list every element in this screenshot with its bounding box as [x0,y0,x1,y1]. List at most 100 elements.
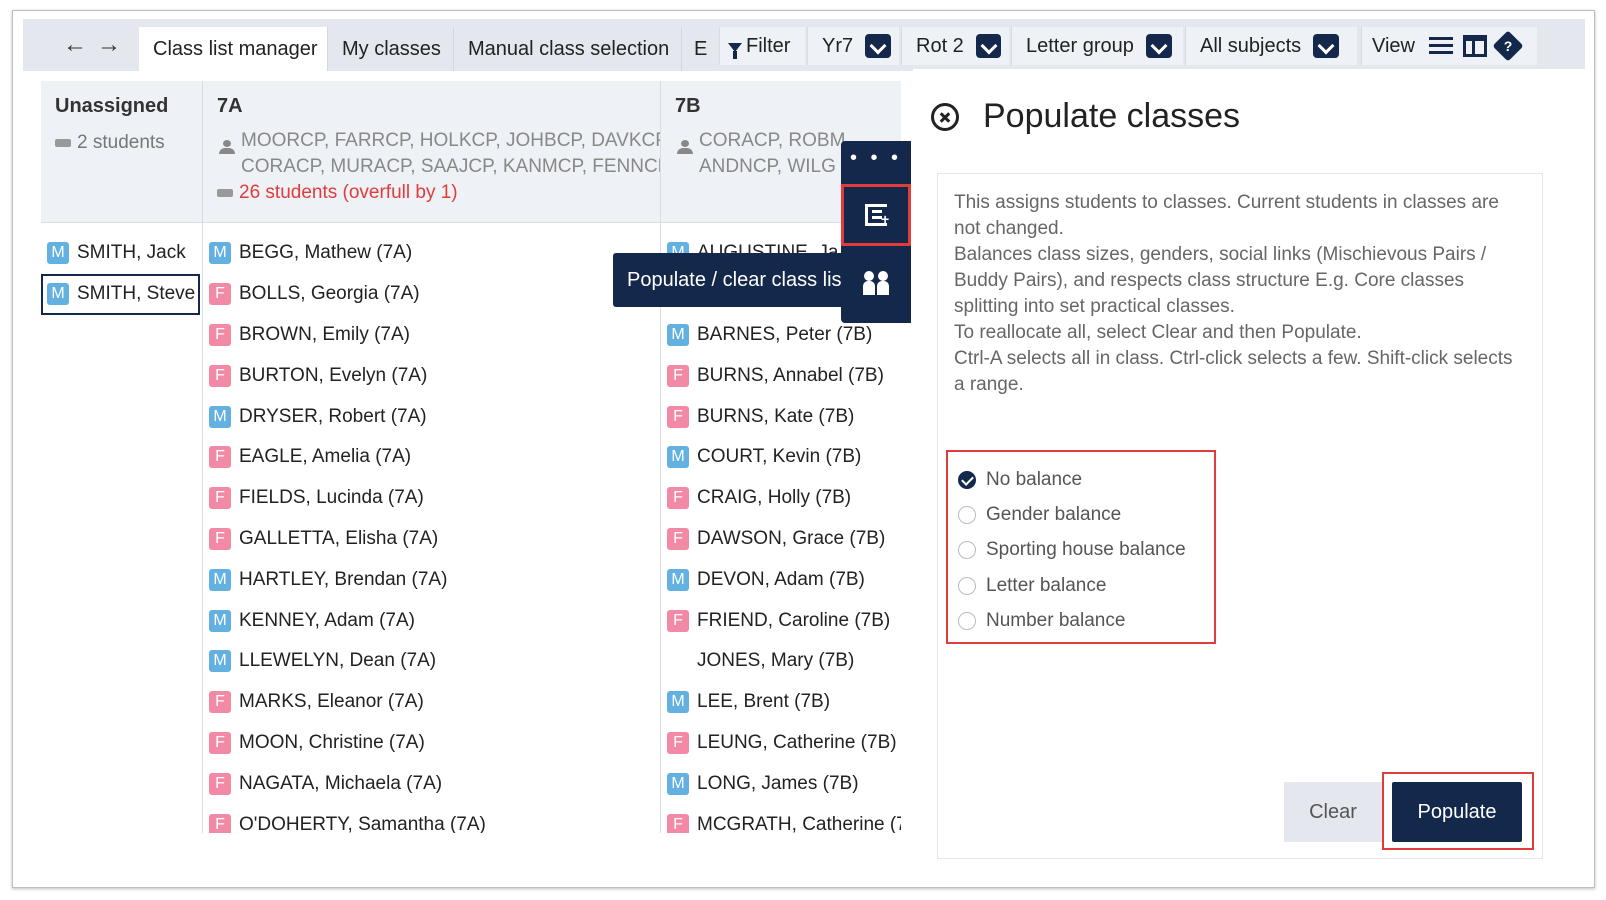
filter-button[interactable]: Filter [719,27,805,65]
female-badge: F [209,364,231,387]
male-badge: M [47,283,69,306]
student-row[interactable]: F FRIEND, Caroline (7B) [661,600,901,641]
student-row[interactable]: M LLEWELYN, Dean (7A) [203,641,660,682]
list-view-icon[interactable] [1429,35,1453,57]
student-row[interactable]: F EAGLE, Amelia (7A) [203,437,660,478]
students-button[interactable] [841,251,911,313]
student-row[interactable]: F DAWSON, Grace (7B) [661,519,901,560]
desc-line: Balances class sizes, genders, social li… [954,244,1487,317]
male-badge: M [667,691,689,714]
filter-label: Filter [746,35,791,57]
year-dropdown[interactable]: Yr7 [807,27,899,65]
student-name: BEGG, Mathew (7A) [239,242,413,264]
panel-title: Populate classes [983,97,1241,135]
student-row[interactable]: F LEUNG, Catherine (7B) [661,723,901,764]
table-view-icon[interactable] [1463,35,1487,57]
student-row[interactable]: F GALLETTA, Elisha (7A) [203,519,660,560]
male-badge: M [209,609,231,632]
male-badge: M [209,405,231,428]
student-name: GALLETTA, Elisha (7A) [239,527,439,549]
more-icon[interactable]: • • • [841,141,911,181]
student-row[interactable]: M BEGG, Mathew (7A) [203,233,660,274]
history-nav: ← → [63,19,121,71]
student-row[interactable]: F BURNS, Annabel (7B) [661,355,901,396]
student-row[interactable]: M HARTLEY, Brendan (7A) [203,559,660,600]
group-value: Letter group [1026,35,1134,57]
student-row[interactable]: F BOLLS, Georgia (7A) [203,274,660,315]
tab-truncated[interactable]: E [681,27,709,71]
student-row[interactable]: M SMITH, Jack [41,233,202,274]
student-name: LEUNG, Catherine (7B) [697,731,897,753]
radio-icon[interactable] [958,541,976,560]
student-row-selected[interactable]: M SMITH, Steve [41,273,200,315]
student-row[interactable]: M KENNEY, Adam (7A) [203,600,660,641]
student-row[interactable]: F BROWN, Emily (7A) [203,315,660,356]
balance-option[interactable]: Number balance [958,604,1214,639]
male-badge: M [209,650,231,673]
student-name: HARTLEY, Brendan (7A) [239,568,448,590]
option-label: Letter balance [986,574,1107,596]
column-unassigned: Unassigned 2 students M SMITH, Jack M SM… [41,81,203,833]
radio-icon[interactable] [958,576,976,595]
option-label: Number balance [986,610,1126,632]
student-row[interactable]: M COURT, Kevin (7B) [661,437,901,478]
column-header: Unassigned 2 students [41,81,202,223]
student-name: BOLLS, Georgia (7A) [239,283,420,305]
student-row[interactable]: M DRYSER, Robert (7A) [203,396,660,437]
student-name: BURTON, Evelyn (7A) [239,364,428,386]
student-name: COURT, Kevin (7B) [697,446,862,468]
student-name: SMITH, Jack [77,242,186,264]
person-icon [677,140,693,154]
group-dropdown[interactable]: Letter group [1011,27,1183,65]
student-row[interactable]: M DEVON, Adam (7B) [661,559,901,600]
student-count: 2 students [55,130,202,156]
student-row[interactable]: F FIELDS, Lucinda (7A) [203,478,660,519]
app-window: ← → Class list manager My classes Manual… [12,10,1595,888]
student-row[interactable]: F O'DOHERTY, Samantha (7A) [203,804,660,833]
back-arrow-icon[interactable]: ← [63,31,87,59]
tab-manual-class-selection[interactable]: Manual class selection [453,27,681,71]
populate-clear-button[interactable] [841,184,911,246]
tab-my-classes[interactable]: My classes [327,27,453,71]
female-badge: F [667,487,689,510]
subjects-dropdown[interactable]: All subjects [1185,27,1357,65]
student-row[interactable]: M LONG, James (7B) [661,763,901,804]
student-row[interactable]: F BURTON, Evelyn (7A) [203,355,660,396]
filter-icon [728,42,742,59]
close-icon[interactable] [931,102,959,131]
clear-button[interactable]: Clear [1284,782,1382,842]
view-label[interactable]: View [1372,27,1415,65]
balance-option[interactable]: Gender balance [958,497,1214,532]
female-badge: F [667,813,689,833]
top-toolbar: ← → Class list manager My classes Manual… [23,19,1585,71]
student-row[interactable]: F NAGATA, Michaela (7A) [203,763,660,804]
rotation-value: Rot 2 [916,35,964,57]
balance-option[interactable]: No balance [958,462,1214,497]
male-badge: M [47,242,69,265]
rotation-dropdown[interactable]: Rot 2 [901,27,1009,65]
desc-line: This assigns students to classes. Curren… [954,192,1499,239]
chevron-down-icon [975,34,1001,58]
populate-button[interactable]: Populate [1392,782,1522,842]
student-row[interactable]: F CRAIG, Holly (7B) [661,478,901,519]
radio-icon[interactable] [958,506,976,525]
chevron-down-icon [1145,34,1172,58]
student-row[interactable]: F MARKS, Eleanor (7A) [203,682,660,723]
forward-arrow-icon[interactable]: → [97,31,121,59]
student-row[interactable]: F MOON, Christine (7A) [203,723,660,764]
radio-checked-icon[interactable] [958,470,976,489]
student-row[interactable]: JONES, Mary (7B) [661,641,901,682]
student-row[interactable]: F BURNS, Kate (7B) [661,396,901,437]
desc-line: To reallocate all, select Clear and then… [954,322,1362,343]
balance-option[interactable]: Letter balance [958,568,1214,603]
male-badge: M [209,568,231,591]
radio-icon[interactable] [958,612,976,631]
student-row[interactable]: M LEE, Brent (7B) [661,682,901,723]
help-icon[interactable]: ? [1492,30,1524,62]
tab-class-list-manager[interactable]: Class list manager [139,27,327,71]
student-name: LLEWELYN, Dean (7A) [239,650,437,672]
student-row[interactable]: F MCGRATH, Catherine (7 [661,804,901,833]
balance-option[interactable]: Sporting house balance [958,533,1214,568]
male-badge: M [667,568,689,591]
student-name: BURNS, Annabel (7B) [697,364,884,386]
